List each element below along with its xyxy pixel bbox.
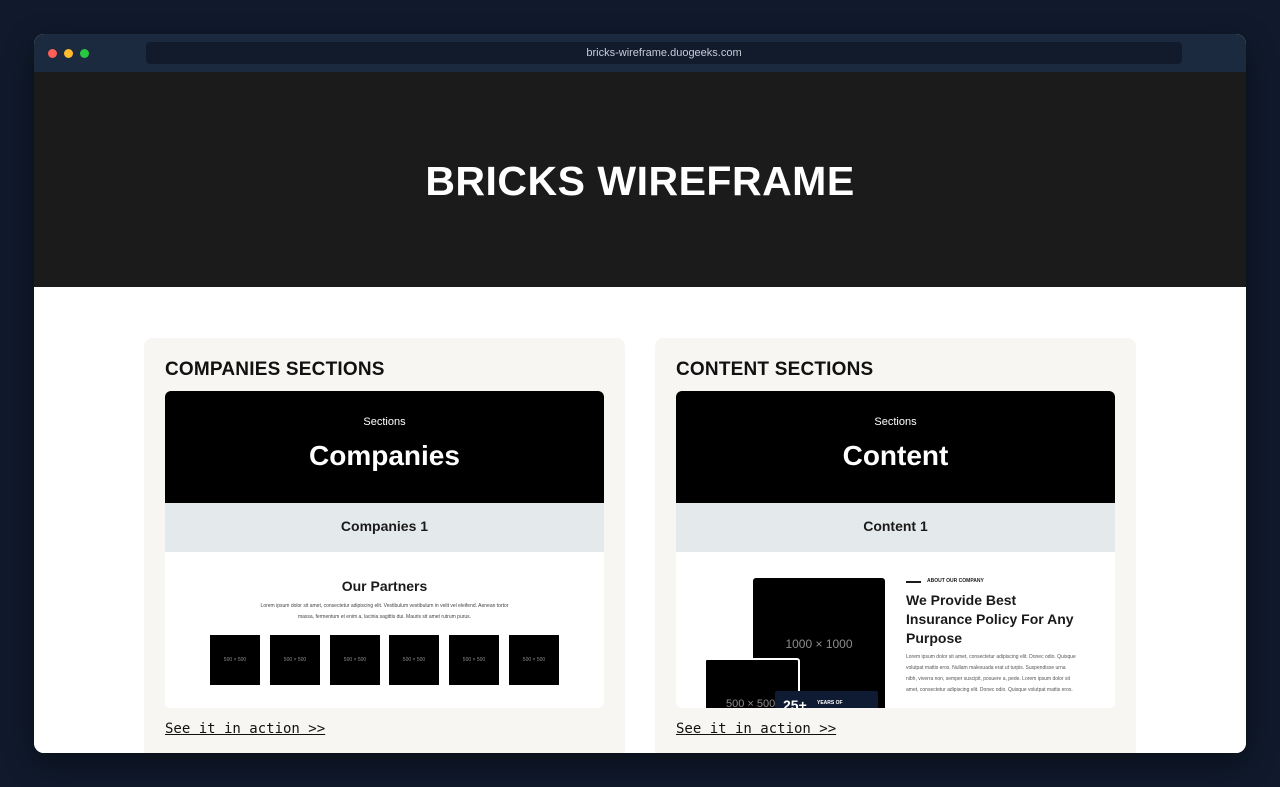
- card-title: CONTENT SECTIONS: [676, 359, 874, 380]
- preview-band-label: Content 1: [863, 518, 928, 534]
- preview-heading: Companies: [309, 440, 460, 471]
- page-title: BRICKS WIREFRAME: [425, 158, 855, 204]
- hero-banner: BRICKS WIREFRAME: [34, 72, 1246, 287]
- close-window-button[interactable]: [48, 49, 57, 58]
- partner-logo-placeholder: 500 × 500: [389, 635, 439, 685]
- see-it-in-action-link[interactable]: See it in action >>: [676, 721, 836, 737]
- companies-sections-card: COMPANIES SECTIONS Sections Companies Co…: [144, 338, 625, 753]
- preview-body: Our Partners Lorem ipsum dolor sit amet,…: [165, 552, 604, 708]
- kicker-divider: [906, 581, 921, 583]
- minimize-window-button[interactable]: [64, 49, 73, 58]
- about-title: We Provide Best Insurance Policy For Any…: [906, 592, 1074, 646]
- preview-band: Content 1: [676, 503, 1115, 552]
- address-bar[interactable]: bricks-wireframe.duogeeks.com: [146, 42, 1182, 64]
- years-number: 25+: [783, 697, 807, 708]
- preview-band: Companies 1: [165, 503, 604, 552]
- preview-header: Sections Content: [676, 391, 1115, 503]
- partner-logo-placeholder: 500 × 500: [509, 635, 559, 685]
- maximize-window-button[interactable]: [80, 49, 89, 58]
- partners-text: Lorem ipsum dolor sit amet, consectetur …: [260, 603, 509, 620]
- partner-logo-placeholder: 500 × 500: [330, 635, 380, 685]
- browser-titlebar: bricks-wireframe.duogeeks.com: [34, 34, 1246, 72]
- preview-kicker: Sections: [874, 416, 917, 428]
- see-it-in-action-link[interactable]: See it in action >>: [165, 721, 325, 737]
- preview-header: Sections Companies: [165, 391, 604, 503]
- companies-preview-image[interactable]: Sections Companies Companies 1 Our Partn…: [165, 391, 604, 708]
- browser-window: bricks-wireframe.duogeeks.com BRICKS WIR…: [34, 34, 1246, 753]
- partner-logo-placeholder: 500 × 500: [449, 635, 499, 685]
- content-sections-card: CONTENT SECTIONS Sections Content Conten…: [655, 338, 1136, 753]
- years-badge: 25+ YEARS OF: [775, 691, 878, 708]
- about-text: Lorem ipsum dolor sit amet, consectetur …: [906, 654, 1076, 693]
- about-kicker: ABOUT OUR COMPANY: [927, 578, 984, 584]
- card-title: COMPANIES SECTIONS: [165, 359, 385, 380]
- partner-logo-placeholder: 500 × 500: [210, 635, 260, 685]
- years-label: YEARS OF: [817, 700, 843, 706]
- preview-heading: Content: [842, 440, 949, 471]
- content-preview-image[interactable]: Sections Content Content 1 1000 × 1000 5…: [676, 391, 1115, 708]
- partners-title: Our Partners: [341, 578, 428, 594]
- partner-logo-placeholder: 500 × 500: [270, 635, 320, 685]
- main-content: COMPANIES SECTIONS Sections Companies Co…: [34, 287, 1246, 753]
- preview-band-label: Companies 1: [340, 518, 429, 534]
- preview-body: 1000 × 1000 500 × 500 25+ YEARS OF ABOUT…: [676, 552, 1115, 708]
- preview-kicker: Sections: [363, 416, 406, 428]
